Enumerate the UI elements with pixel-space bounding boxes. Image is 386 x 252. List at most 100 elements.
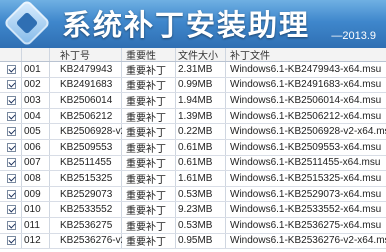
row-kb: KB2506014 bbox=[60, 94, 113, 106]
row-check-cell[interactable] bbox=[0, 234, 22, 249]
row-file: Windows6.1-KB2511455-x64.msu bbox=[230, 157, 381, 169]
row-importance: 重要补丁 bbox=[126, 206, 166, 217]
patch-checkbox[interactable] bbox=[6, 64, 16, 74]
row-importance: 重要补丁 bbox=[126, 143, 166, 155]
row-check-cell[interactable] bbox=[0, 62, 22, 77]
row-file: Windows6.1-KB2491683-x64.msu bbox=[230, 79, 382, 91]
row-index: 004 bbox=[24, 110, 41, 122]
row-size: 9.23MB bbox=[178, 204, 213, 216]
row-check-cell[interactable] bbox=[0, 93, 22, 108]
patch-checkbox[interactable] bbox=[6, 236, 16, 246]
row-size: 0.99MB bbox=[178, 79, 213, 91]
patch-checkbox[interactable] bbox=[6, 127, 16, 137]
row-size: 1.39MB bbox=[178, 110, 213, 122]
row-check-cell[interactable] bbox=[0, 171, 22, 186]
row-size: 1.61MB bbox=[178, 172, 213, 184]
table-row[interactable]: 005 KB2506928-v2 重要补丁 0.22MB Windows6.1-KB25… bbox=[0, 124, 386, 140]
patch-checkbox[interactable] bbox=[6, 220, 16, 230]
row-check-cell[interactable] bbox=[0, 187, 22, 202]
row-check-cell[interactable] bbox=[0, 78, 22, 93]
header-size[interactable]: 文件大小 bbox=[176, 48, 226, 61]
table-row[interactable]: 003 KB2506014 重要补丁 1.94MB Windows6.1-KB25060… bbox=[0, 93, 386, 109]
row-size: 0.61MB bbox=[178, 141, 213, 153]
row-file: Windows6.1-KB2536275-x64.msu bbox=[230, 219, 382, 231]
header-check bbox=[0, 48, 22, 61]
row-check-cell[interactable] bbox=[0, 140, 22, 155]
table-row[interactable]: 001 KB2479943 重要补丁 2.31MB Windows6.1-KB24799… bbox=[0, 62, 386, 78]
patch-checkbox[interactable] bbox=[6, 80, 16, 90]
row-check-cell[interactable] bbox=[0, 218, 22, 233]
table-row[interactable]: 007 KB2511455 重要补丁 0.61MB Windows6.1-KB25114… bbox=[0, 155, 386, 172]
table-row[interactable]: 010 KB2533552 重要补丁 9.23MB Windows6.1-KB25335… bbox=[0, 202, 386, 218]
row-index: 009 bbox=[24, 188, 41, 200]
row-index: 011 bbox=[24, 219, 40, 231]
header-importance[interactable]: 重要性 bbox=[122, 48, 176, 61]
row-importance: 重要补丁 bbox=[126, 81, 166, 93]
row-size: 0.95MB bbox=[178, 235, 213, 247]
patch-installer-window: 系统补丁安装助理 —2013.9 补丁号 重要性 文件大小 补丁文件 001 KB… bbox=[0, 0, 386, 252]
row-importance: 重要补丁 bbox=[126, 128, 166, 139]
table-row[interactable]: 002 KB2491683 重要补丁 0.99MB Windows6.1-KB24916… bbox=[0, 77, 386, 94]
table-row[interactable]: 011 KB2536275 重要补丁 0.53MB Windows6.1-KB25362… bbox=[0, 217, 386, 234]
table-row[interactable]: 004 KB2506212 重要补丁 1.39MB Windows6.1-KB25062… bbox=[0, 108, 386, 125]
patch-checkbox[interactable] bbox=[6, 205, 16, 215]
patch-checkbox[interactable] bbox=[6, 95, 16, 105]
row-size: 0.22MB bbox=[178, 126, 213, 138]
row-kb: KB2529073 bbox=[60, 188, 113, 200]
row-kb: KB2533552 bbox=[60, 204, 113, 216]
row-file: Windows6.1-KB2506212-x64.msu bbox=[230, 110, 382, 122]
table-header: 补丁号 重要性 文件大小 补丁文件 bbox=[0, 48, 386, 62]
row-check-cell[interactable] bbox=[0, 202, 22, 217]
patch-checkbox[interactable] bbox=[6, 111, 16, 121]
patch-checkbox[interactable] bbox=[6, 189, 16, 199]
row-index: 012 bbox=[24, 235, 41, 247]
row-file: Windows6.1-KB2529073-x64.msu bbox=[230, 188, 382, 200]
row-kb: KB2536275 bbox=[60, 219, 113, 231]
patch-checkbox[interactable] bbox=[6, 173, 16, 183]
row-index: 001 bbox=[24, 63, 41, 75]
row-kb: KB2506212 bbox=[60, 110, 113, 122]
row-index: 006 bbox=[24, 141, 41, 153]
row-index: 003 bbox=[24, 94, 41, 106]
row-file: Windows6.1-KB2533552-x64.msu bbox=[230, 204, 382, 216]
table-row[interactable]: 012 KB2536276-v2 重要补丁 0.95MB Windows6.1-KB25… bbox=[0, 233, 386, 250]
row-file: Windows6.1-KB2536276-v2-x64.msu bbox=[230, 235, 386, 247]
row-kb: KB2491683 bbox=[60, 79, 113, 91]
header-kb[interactable]: 补丁号 bbox=[50, 48, 122, 61]
row-index: 010 bbox=[24, 204, 41, 216]
row-importance: 重要补丁 bbox=[126, 65, 166, 77]
patch-checkbox[interactable] bbox=[6, 142, 16, 152]
row-size: 0.53MB bbox=[178, 219, 213, 231]
row-index: 007 bbox=[24, 157, 41, 169]
row-importance: 重要补丁 bbox=[126, 221, 166, 233]
row-kb: KB2479943 bbox=[60, 63, 113, 75]
row-kb: KB2511455 bbox=[60, 157, 112, 169]
table-row[interactable]: 009 KB2529073 重要补丁 0.53MB Windows6.1-KB25290… bbox=[0, 186, 386, 203]
row-index: 005 bbox=[24, 126, 41, 138]
row-file: Windows6.1-KB2509553-x64.msu bbox=[230, 141, 382, 153]
app-title: 系统补丁安装助理 bbox=[62, 10, 311, 42]
row-file: Windows6.1-KB2479943-x64.msu bbox=[230, 63, 382, 75]
row-size: 2.31MB bbox=[178, 63, 213, 75]
row-check-cell[interactable] bbox=[0, 109, 22, 124]
row-size: 0.61MB bbox=[178, 157, 213, 169]
row-kb: KB2536276-v2 bbox=[60, 235, 122, 247]
row-importance: 重要补丁 bbox=[126, 159, 166, 171]
row-importance: 重要补丁 bbox=[126, 190, 166, 202]
table-row[interactable]: 006 KB2509553 重要补丁 0.61MB Windows6.1-KB25095… bbox=[0, 139, 386, 156]
row-index: 008 bbox=[24, 172, 41, 184]
row-kb: KB2506928-v2 bbox=[60, 126, 122, 138]
row-kb: KB2515325 bbox=[60, 172, 113, 184]
row-index: 002 bbox=[24, 79, 41, 91]
app-logo-icon bbox=[2, 0, 52, 48]
row-file: Windows6.1-KB2515325-x64.msu bbox=[230, 172, 382, 184]
header-file[interactable]: 补丁文件 bbox=[226, 48, 386, 61]
patch-checkbox[interactable] bbox=[6, 158, 16, 168]
row-check-cell[interactable] bbox=[0, 156, 22, 171]
row-size: 1.94MB bbox=[178, 94, 213, 106]
row-importance: 重要补丁 bbox=[126, 174, 166, 186]
table-row[interactable]: 008 KB2515325 重要补丁 1.61MB Windows6.1-KB25153… bbox=[0, 171, 386, 187]
header-index[interactable] bbox=[22, 48, 50, 61]
row-file: Windows6.1-KB2506928-v2-x64.msu bbox=[230, 126, 386, 138]
row-check-cell[interactable] bbox=[0, 124, 22, 139]
